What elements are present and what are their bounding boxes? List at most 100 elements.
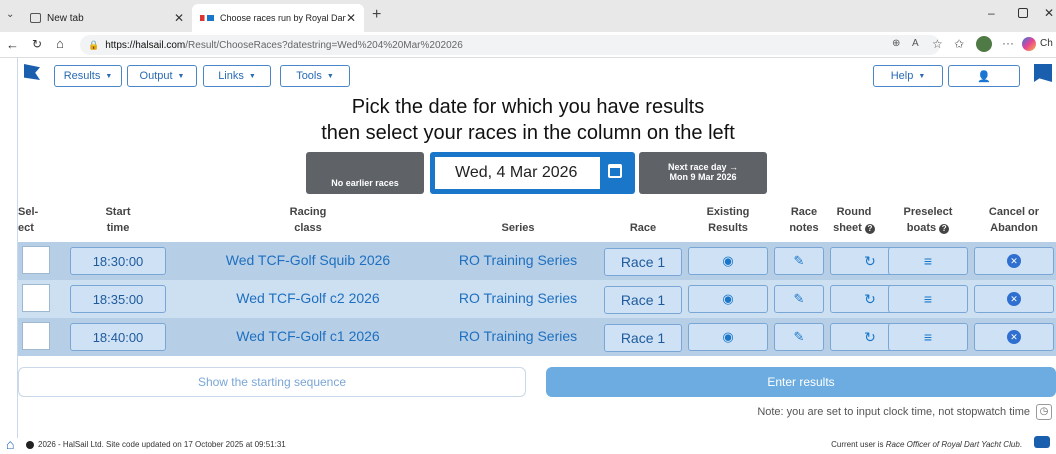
header-class-line2: class — [294, 222, 322, 234]
view-results-button[interactable]: ◉ — [688, 247, 768, 275]
race-notes-button[interactable]: ✎ — [774, 285, 824, 313]
cancel-abandon-button[interactable]: ✕ — [974, 285, 1054, 313]
header-race: Race — [604, 204, 682, 236]
view-results-button[interactable]: ◉ — [688, 285, 768, 313]
close-window-icon[interactable]: ✕ — [1044, 6, 1054, 20]
calendar-icon[interactable] — [608, 164, 622, 178]
header-preselect-boats: Preselect boats ? — [888, 204, 968, 236]
list-icon: ≡ — [923, 253, 933, 269]
footer-user-role: Race Officer of Royal Dart Yacht Club — [885, 440, 1020, 449]
profile-avatar[interactable] — [976, 36, 992, 52]
show-starting-sequence-button[interactable]: Show the starting sequence — [18, 367, 526, 397]
race-button[interactable]: Race 1 — [604, 286, 682, 314]
copilot-icon[interactable] — [1022, 37, 1036, 51]
table-row: 18:35:00 Wed TCF-Golf c2 2026 RO Trainin… — [18, 280, 1056, 318]
links-menu-button[interactable]: Links ▼ — [203, 65, 271, 87]
output-menu-button[interactable]: Output ▼ — [127, 65, 197, 87]
home-icon[interactable]: ⌂ — [6, 436, 14, 452]
tab-choose-races[interactable]: Choose races run by Royal Dart Ya ✕ — [192, 4, 364, 32]
caret-down-icon: ▼ — [105, 72, 113, 80]
start-time-button[interactable]: 18:30:00 — [70, 247, 166, 275]
read-aloud-icon[interactable]: A — [912, 38, 919, 49]
preselect-boats-button[interactable]: ≡ — [888, 247, 968, 275]
table-row: 18:40:00 Wed TCF-Golf c1 2026 RO Trainin… — [18, 318, 1056, 356]
eye-icon: ◉ — [722, 253, 734, 268]
maximize-icon[interactable] — [1018, 8, 1028, 18]
caret-down-icon: ▼ — [177, 72, 185, 80]
more-menu-icon[interactable]: ··· — [1002, 36, 1014, 50]
favorite-star-icon[interactable]: ☆ — [932, 37, 943, 51]
racing-class-link[interactable]: Wed TCF-Golf c1 2026 — [178, 328, 438, 344]
url-host: https://halsail.com — [105, 39, 186, 51]
caret-down-icon: ▼ — [918, 72, 926, 80]
header-cancel-line2: Abandon — [990, 222, 1038, 234]
start-time-button[interactable]: 18:35:00 — [70, 285, 166, 313]
enter-results-button[interactable]: Enter results — [546, 367, 1056, 397]
tab-list-chevron-icon[interactable]: ⌄ — [6, 9, 14, 20]
footer-current-user: Current user is Race Officer of Royal Da… — [760, 440, 1022, 449]
cancel-abandon-button[interactable]: ✕ — [974, 247, 1054, 275]
help-question-icon[interactable]: ? — [864, 224, 875, 234]
racing-class-link[interactable]: Wed TCF-Golf c2 2026 — [178, 290, 438, 306]
cancel-x-circle-icon: ✕ — [1007, 254, 1021, 268]
refresh-icon: ↻ — [864, 328, 876, 345]
cancel-abandon-button[interactable]: ✕ — [974, 323, 1054, 351]
header-series: Series — [428, 204, 608, 236]
next-race-day-label: Next race day → — [667, 162, 739, 172]
table-row: 18:30:00 Wed TCF-Golf Squib 2026 RO Trai… — [18, 242, 1056, 280]
footer-user-prefix: Current user is — [831, 440, 886, 449]
tab-new-tab[interactable]: New tab ✕ — [22, 4, 192, 32]
view-results-button[interactable]: ◉ — [688, 323, 768, 351]
links-menu-label: Links — [218, 70, 244, 82]
select-race-checkbox[interactable] — [22, 322, 50, 350]
site-favicon-icon — [200, 15, 214, 21]
series-link[interactable]: RO Training Series — [428, 328, 608, 344]
minimize-icon[interactable]: – — [988, 6, 995, 20]
race-button[interactable]: Race 1 — [604, 324, 682, 352]
url-field[interactable]: 🔒 https://halsail.com /Result/ChooseRace… — [80, 35, 940, 55]
race-button[interactable]: Race 1 — [604, 248, 682, 276]
race-notes-button[interactable]: ✎ — [774, 247, 824, 275]
clock-icon[interactable]: ◷ — [1036, 404, 1052, 420]
print-icon[interactable] — [1034, 436, 1050, 448]
header-start-line1: Start — [105, 206, 131, 218]
preselect-boats-button[interactable]: ≡ — [888, 323, 968, 351]
user-icon: 👤 — [977, 70, 991, 83]
header-racing-class: Racing class — [178, 204, 438, 236]
help-menu-button[interactable]: Help ▼ — [873, 65, 943, 87]
no-earlier-races-button[interactable]: No earlier races — [306, 152, 424, 194]
close-tab-icon[interactable]: ✕ — [346, 11, 356, 25]
date-field[interactable]: Wed, 4 Mar 2026 — [435, 157, 600, 189]
tools-menu-label: Tools — [296, 70, 322, 82]
series-link[interactable]: RO Training Series — [428, 252, 608, 268]
home-icon[interactable]: ⌂ — [56, 36, 64, 51]
header-preselect-line1: Preselect — [903, 206, 953, 218]
results-menu-label: Results — [63, 70, 101, 82]
lock-icon: 🔒 — [88, 39, 100, 50]
header-round-line1: Round — [836, 206, 872, 218]
right-flag-icon — [1034, 64, 1052, 82]
racing-class-link[interactable]: Wed TCF-Golf Squib 2026 — [178, 252, 438, 268]
caret-down-icon: ▼ — [326, 72, 334, 80]
refresh-icon[interactable]: ↻ — [32, 37, 42, 51]
start-time-button[interactable]: 18:40:00 — [70, 323, 166, 351]
edit-icon: ✎ — [793, 329, 805, 344]
results-menu-button[interactable]: Results ▼ — [54, 65, 122, 87]
header-round-sheet: Round sheet ? — [814, 204, 894, 236]
new-tab-plus-icon[interactable]: + — [372, 6, 381, 24]
refresh-icon: ↻ — [864, 252, 876, 269]
user-account-button[interactable]: 👤 — [948, 65, 1020, 87]
next-race-day-button[interactable]: Next race day → Mon 9 Mar 2026 — [639, 152, 767, 194]
back-arrow-icon[interactable]: ← — [6, 37, 19, 52]
race-notes-button[interactable]: ✎ — [774, 323, 824, 351]
series-link[interactable]: RO Training Series — [428, 290, 608, 306]
favorites-icon[interactable]: ✩ — [954, 37, 964, 51]
zoom-icon[interactable]: ⊕ — [892, 38, 900, 49]
preselect-boats-button[interactable]: ≡ — [888, 285, 968, 313]
help-question-icon[interactable]: ? — [939, 224, 950, 234]
footer-copyright: 2026 - HalSail Ltd. Site code updated on… — [38, 440, 286, 449]
select-race-checkbox[interactable] — [22, 284, 50, 312]
select-race-checkbox[interactable] — [22, 246, 50, 274]
close-tab-icon[interactable]: ✕ — [174, 11, 184, 25]
tools-menu-button[interactable]: Tools ▼ — [280, 65, 350, 87]
